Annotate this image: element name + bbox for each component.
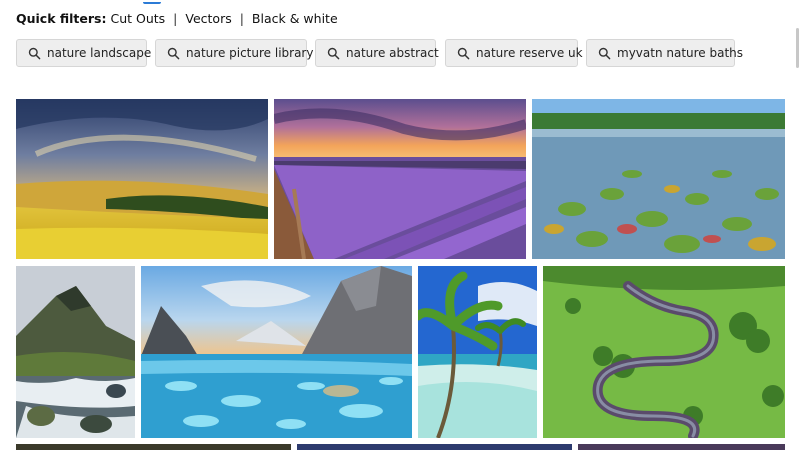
image-result-glacier-lagoon[interactable] [141,266,412,438]
glacier-lagoon-image [141,266,412,438]
quick-filters-bar: Quick filters: Cut Outs | Vectors | Blac… [16,11,338,26]
filter-vectors[interactable]: Vectors [185,11,231,26]
row3-image-2 [297,444,572,450]
tropical-beach-image [418,266,537,438]
search-icon [28,47,41,59]
meandering-river-image [543,266,785,438]
image-result-water-lilies[interactable] [532,99,785,259]
related-search-label: nature reserve uk [476,46,583,60]
lavender-field-image [274,99,526,259]
search-icon [327,47,340,59]
related-search-label: myvatn nature baths [617,46,744,60]
related-search-nature-picture-library[interactable]: nature picture library [155,39,313,67]
partial-link-underline [143,0,161,4]
related-search-nature-abstract[interactable]: nature abstract [315,39,439,67]
filter-separator: | [239,11,244,26]
related-search-label: nature landscape [47,46,152,60]
image-result-rapeseed-field[interactable] [16,99,268,259]
image-result-row3-3[interactable] [578,444,785,450]
search-icon [167,47,180,59]
related-search-label: nature abstract [346,46,439,60]
related-search-label: nature picture library [186,46,314,60]
image-result-mountain-waterfall[interactable] [16,266,135,438]
row3-image-1 [16,444,291,450]
rapeseed-field-image [16,99,268,259]
search-icon [598,47,611,59]
related-search-nature-landscape[interactable]: nature landscape [16,39,151,67]
image-result-meandering-river[interactable] [543,266,785,438]
filter-black-white[interactable]: Black & white [252,11,338,26]
image-result-row3-2[interactable] [297,444,572,450]
search-icon [457,47,470,59]
quick-filters-label: Quick filters: [16,11,107,26]
water-lilies-image [532,99,785,259]
image-result-tropical-beach[interactable] [418,266,537,438]
scrollbar-thumb[interactable] [796,28,799,68]
image-result-row3-1[interactable] [16,444,291,450]
filter-cut-outs[interactable]: Cut Outs [110,11,165,26]
row3-image-3 [578,444,785,450]
mountain-waterfall-image [16,266,135,438]
image-result-lavender-field[interactable] [274,99,526,259]
filter-separator: | [173,11,178,26]
related-search-nature-reserve-uk[interactable]: nature reserve uk [445,39,583,67]
related-search-myvatn-nature-baths[interactable]: myvatn nature baths [586,39,743,67]
search-results-page: Quick filters: Cut Outs | Vectors | Blac… [0,0,800,450]
